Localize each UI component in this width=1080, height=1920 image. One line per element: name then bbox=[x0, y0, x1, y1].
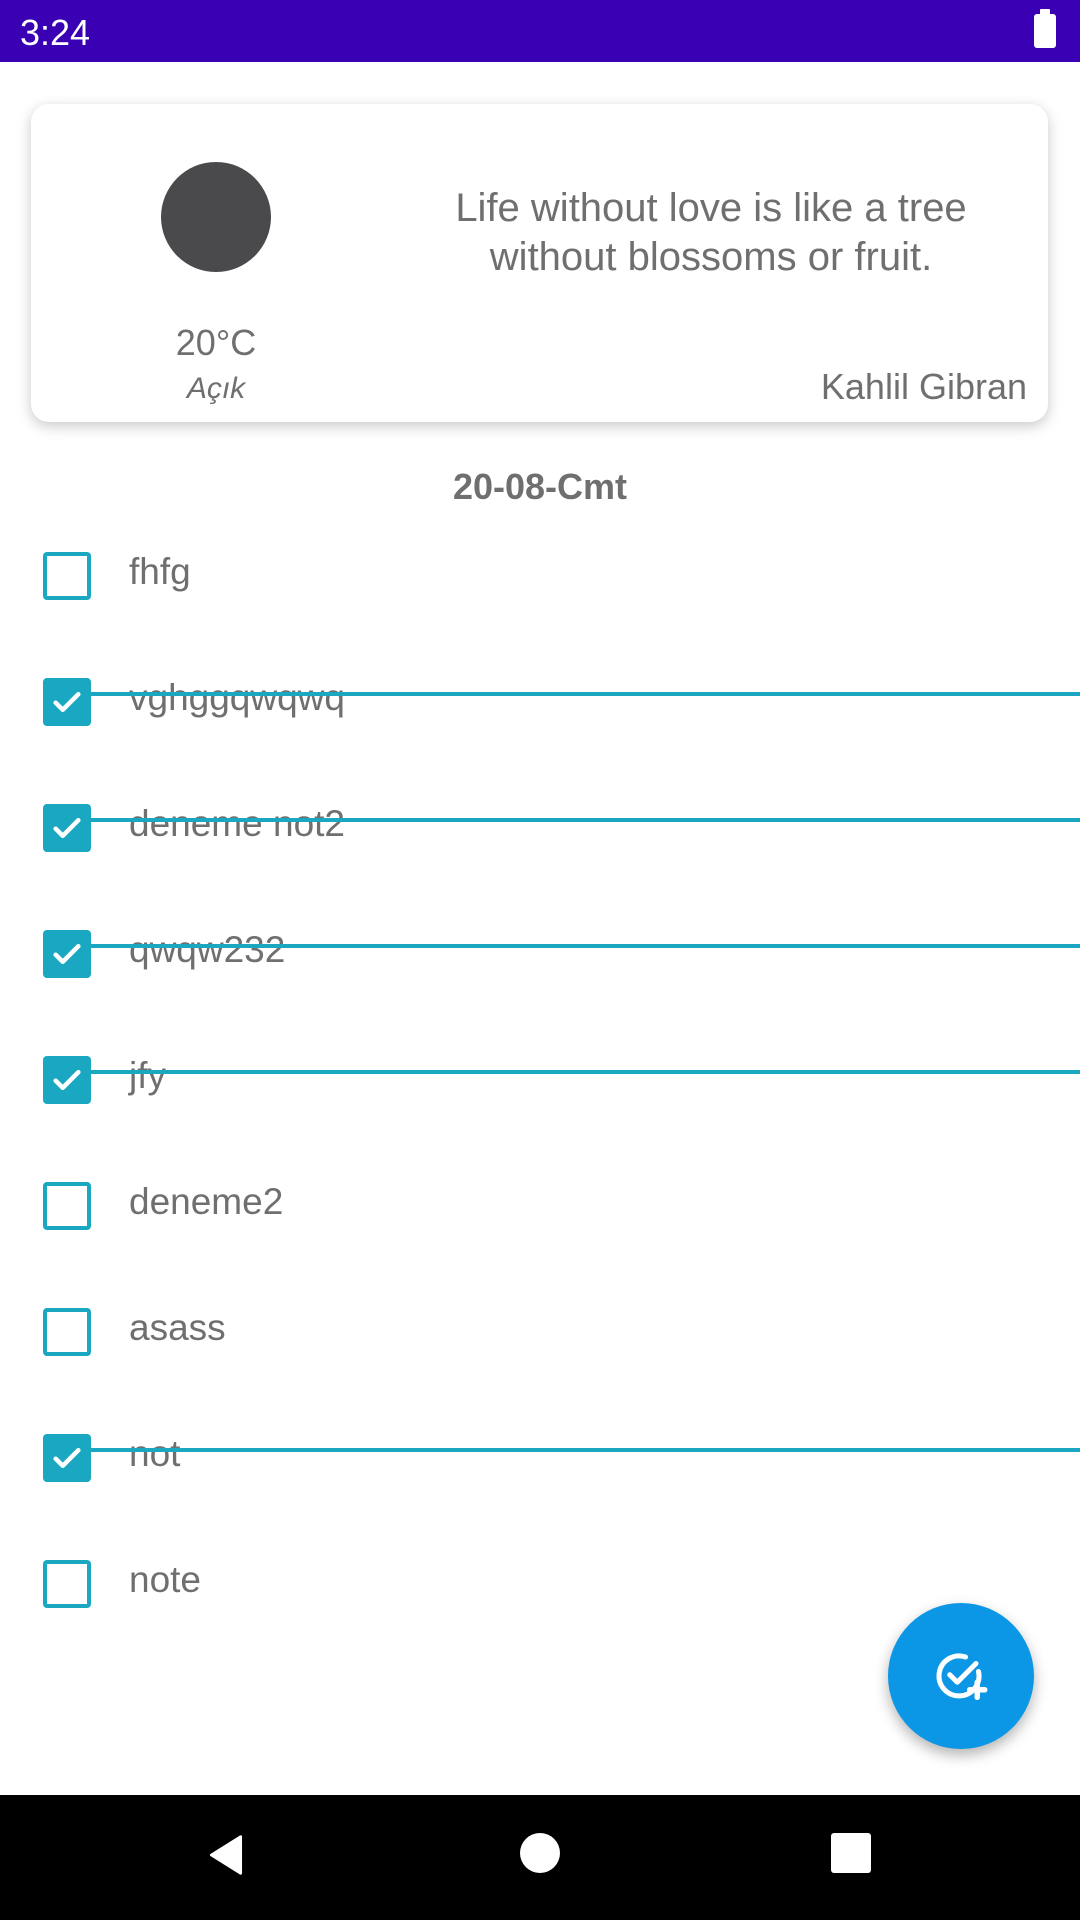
strikethrough-line bbox=[90, 692, 1080, 696]
strikethrough-line bbox=[90, 1070, 1080, 1074]
recent-apps-icon[interactable] bbox=[831, 1833, 871, 1873]
quote-text: Life without love is like a tree without… bbox=[455, 186, 967, 279]
todo-text: fhfg bbox=[129, 551, 191, 592]
quote-author: Kahlil Gibran bbox=[820, 366, 1027, 407]
check-icon bbox=[53, 943, 81, 965]
date-header: 20-08-Cmt bbox=[452, 466, 628, 507]
weather-quote-card: 20°C Açık Life without love is like a tr… bbox=[31, 104, 1048, 422]
temperature: 20°C bbox=[175, 322, 257, 363]
todo-item[interactable]: not bbox=[0, 1402, 1080, 1528]
todo-text: qwqw232 bbox=[129, 929, 286, 970]
strikethrough-line bbox=[90, 818, 1080, 822]
todo-text: vghggqwqwq bbox=[129, 677, 345, 718]
weather-icon bbox=[161, 162, 271, 272]
todo-checkbox[interactable] bbox=[43, 1308, 91, 1356]
todo-item[interactable]: deneme not2 bbox=[0, 772, 1080, 898]
todo-checkbox[interactable] bbox=[43, 930, 91, 978]
todo-list: fhfg vghggqwqwq deneme not2 qwqw232 jfy bbox=[0, 520, 1080, 1654]
home-icon[interactable] bbox=[520, 1833, 560, 1873]
todo-text: not bbox=[129, 1433, 181, 1474]
todo-item[interactable]: deneme2 bbox=[0, 1150, 1080, 1276]
battery-icon bbox=[1034, 9, 1056, 48]
todo-item[interactable]: vghggqwqwq bbox=[0, 646, 1080, 772]
todo-text: asass bbox=[129, 1307, 226, 1348]
todo-item[interactable]: qwqw232 bbox=[0, 898, 1080, 1024]
check-icon bbox=[53, 817, 81, 839]
todo-item[interactable]: asass bbox=[0, 1276, 1080, 1402]
todo-checkbox[interactable] bbox=[43, 1056, 91, 1104]
add-task-icon bbox=[936, 1653, 988, 1700]
todo-item[interactable]: fhfg bbox=[0, 520, 1080, 646]
add-task-button[interactable] bbox=[888, 1603, 1034, 1749]
status-time: 3:24 bbox=[20, 12, 91, 53]
todo-checkbox[interactable] bbox=[43, 1560, 91, 1608]
todo-item[interactable]: jfy bbox=[0, 1024, 1080, 1150]
todo-text: deneme2 bbox=[129, 1181, 284, 1222]
todo-checkbox[interactable] bbox=[43, 1182, 91, 1230]
todo-checkbox[interactable] bbox=[43, 552, 91, 600]
todo-checkbox[interactable] bbox=[43, 804, 91, 852]
weather-condition: Açık bbox=[186, 372, 246, 405]
status-bar: 3:24 bbox=[0, 0, 1080, 62]
check-icon bbox=[53, 691, 81, 713]
todo-text: deneme not2 bbox=[129, 803, 346, 844]
back-icon[interactable] bbox=[204, 1833, 248, 1877]
strikethrough-line bbox=[90, 1448, 1080, 1452]
navigation-bar bbox=[0, 1795, 1080, 1920]
strikethrough-line bbox=[90, 944, 1080, 948]
check-icon bbox=[53, 1069, 81, 1091]
todo-checkbox[interactable] bbox=[43, 678, 91, 726]
todo-text: jfy bbox=[129, 1055, 166, 1096]
todo-text: note bbox=[129, 1559, 202, 1600]
check-icon bbox=[53, 1447, 81, 1469]
todo-checkbox[interactable] bbox=[43, 1434, 91, 1482]
